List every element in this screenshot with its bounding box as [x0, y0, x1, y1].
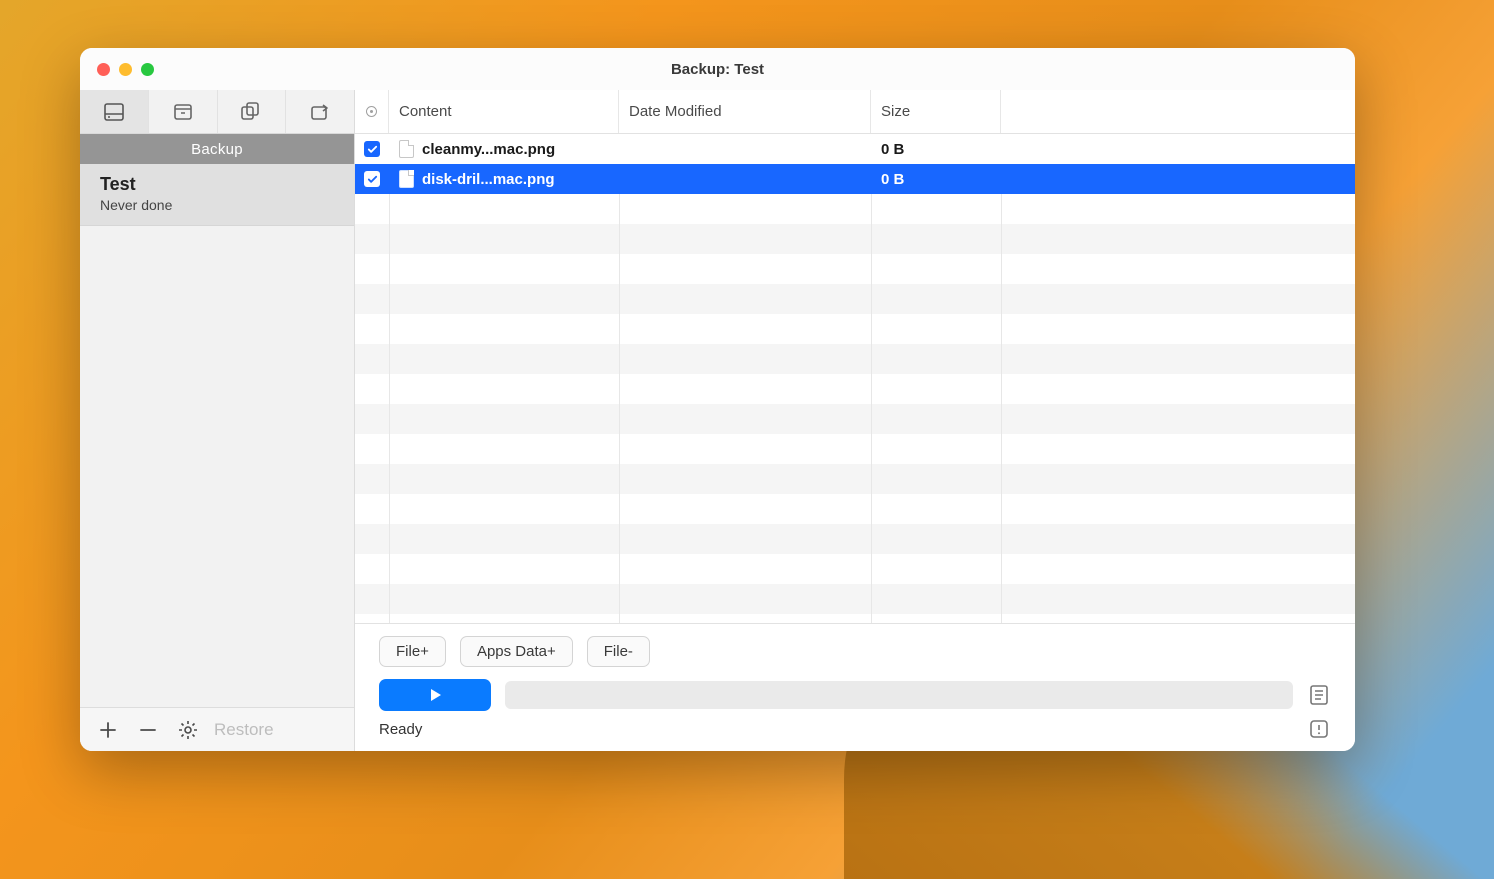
restore-button[interactable]: Restore [214, 720, 274, 740]
target-icon [366, 106, 377, 117]
bottom-toolbar: File+ Apps Data+ File- Re [355, 623, 1355, 751]
row-checkbox[interactable] [364, 171, 380, 187]
column-content[interactable]: Content [389, 90, 619, 133]
sidebar-tab-clone-icon[interactable] [218, 90, 287, 133]
play-button[interactable] [379, 679, 491, 711]
main-panel: Content Date Modified Size [355, 90, 1355, 751]
column-spacer [1001, 90, 1355, 133]
sidebar-footer: Restore [80, 707, 354, 751]
add-button[interactable] [88, 712, 128, 748]
alert-icon[interactable] [1307, 717, 1331, 741]
titlebar[interactable]: Backup: Test [80, 48, 1355, 90]
file-plus-button[interactable]: File+ [379, 636, 446, 667]
window-title: Backup: Test [80, 61, 1355, 78]
close-icon[interactable] [97, 63, 110, 76]
row-checkbox[interactable] [364, 141, 380, 157]
file-date [619, 134, 871, 164]
file-date [619, 164, 871, 194]
file-name: cleanmy...mac.png [422, 141, 555, 158]
file-size: 0 B [871, 164, 1001, 194]
settings-button[interactable] [168, 712, 208, 748]
sidebar-toolbar [80, 90, 354, 134]
table-row[interactable]: disk-dril...mac.png 0 B [355, 164, 1355, 194]
file-size: 0 B [871, 134, 1001, 164]
column-headers: Content Date Modified Size [355, 90, 1355, 134]
column-date[interactable]: Date Modified [619, 90, 871, 133]
column-size[interactable]: Size [871, 90, 1001, 133]
sidebar-item-subtitle: Never done [100, 197, 334, 213]
status-label: Ready [379, 721, 422, 738]
sidebar-tab-sync-icon[interactable] [286, 90, 354, 133]
file-icon [399, 170, 414, 188]
sidebar-list: Test Never done [80, 164, 354, 707]
sidebar-section-header: Backup [80, 134, 354, 164]
traffic-lights [80, 63, 154, 76]
log-icon[interactable] [1307, 683, 1331, 707]
window-body: Backup Test Never done [80, 90, 1355, 751]
sidebar-item-name: Test [100, 174, 334, 195]
minimize-icon[interactable] [119, 63, 132, 76]
maximize-icon[interactable] [141, 63, 154, 76]
sidebar-tab-archive-icon[interactable] [149, 90, 218, 133]
file-minus-button[interactable]: File- [587, 636, 650, 667]
sidebar-tab-disk-icon[interactable] [80, 90, 149, 133]
app-window: Backup: Test [80, 48, 1355, 751]
remove-button[interactable] [128, 712, 168, 748]
file-name: disk-dril...mac.png [422, 171, 555, 188]
sidebar: Backup Test Never done [80, 90, 355, 751]
sidebar-item-test[interactable]: Test Never done [80, 164, 354, 226]
column-select-all[interactable] [355, 90, 389, 133]
progress-bar [505, 681, 1293, 709]
file-icon [399, 140, 414, 158]
file-table[interactable]: cleanmy...mac.png 0 B disk-dril...mac.p [355, 134, 1355, 623]
table-row[interactable]: cleanmy...mac.png 0 B [355, 134, 1355, 164]
apps-data-plus-button[interactable]: Apps Data+ [460, 636, 573, 667]
